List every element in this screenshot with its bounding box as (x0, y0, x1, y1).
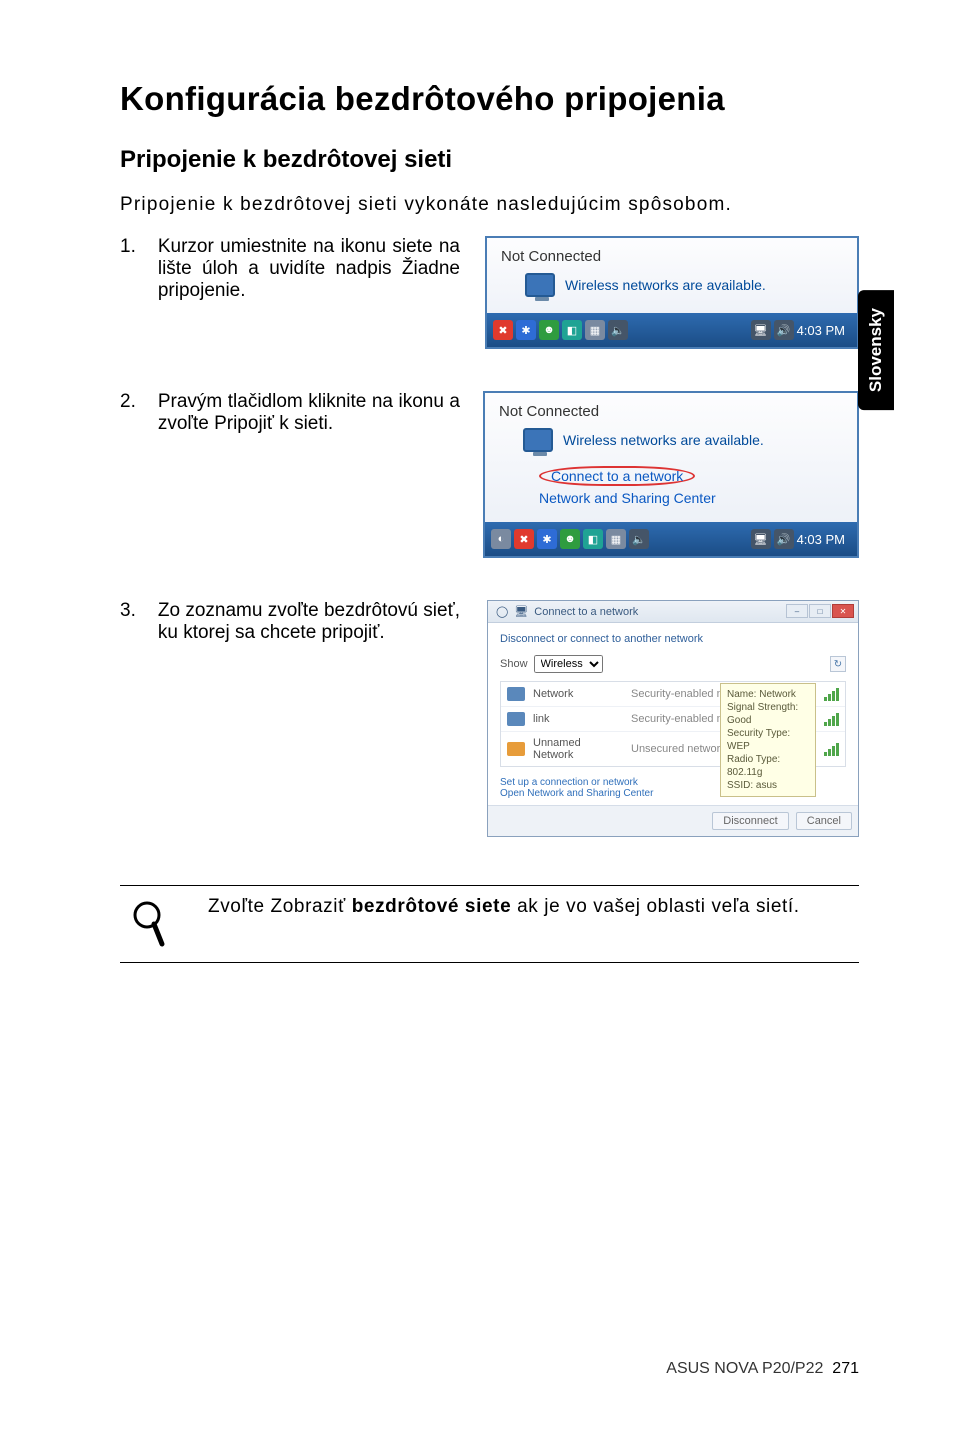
page-heading: Konfigurácia bezdrôtového pripojenia (120, 80, 859, 118)
wifi-icon (507, 687, 525, 701)
step-number: 1. (120, 236, 136, 302)
tray-icon: ☻ (539, 320, 559, 340)
show-label: Show (500, 658, 528, 670)
monitor-icon (525, 273, 555, 297)
network-icon: 🖥 (751, 320, 771, 340)
wifi-icon (507, 712, 525, 726)
menu-item-sharing-center[interactable]: Network and Sharing Center (539, 490, 843, 506)
speaker-icon: 🔊 (774, 320, 794, 340)
step-body: Kurzor umiestnite na ikonu siete na lišt… (158, 236, 460, 302)
taskbar-clock: 4:03 PM (797, 323, 851, 338)
tray-icon: ✖ (493, 320, 513, 340)
dialog-title-icon: 🖥 (514, 605, 528, 618)
maximize-button[interactable]: □ (809, 604, 831, 618)
dialog-subtitle: Disconnect or connect to another network (500, 633, 846, 645)
cancel-button[interactable]: Cancel (796, 812, 852, 830)
step-1: 1. Kurzor umiestnite na ikonu siete na l… (120, 236, 859, 349)
close-button[interactable]: ✕ (832, 604, 854, 618)
tray-icon: ▦ (606, 529, 626, 549)
screenshot-tooltip-not-connected: Not Connected Wireless networks are avai… (485, 236, 859, 349)
speaker-icon: 🔊 (774, 529, 794, 549)
tooltip-title: Not Connected (501, 248, 843, 265)
tray-icon: ▦ (585, 320, 605, 340)
step-number: 3. (120, 600, 136, 644)
taskbar: ✖ ✱ ☻ ◧ ▦ 🔈 🖥 🔊 4:03 PM (487, 313, 857, 347)
network-icon: 🖥 (751, 529, 771, 549)
bluetooth-icon: ✱ (537, 529, 557, 549)
volume-icon: 🔈 (629, 529, 649, 549)
step-body: Pravým tlačidlom kliknite na ikonu a zvo… (158, 391, 460, 435)
tray-icon: ☻ (560, 529, 580, 549)
step-3: 3. Zo zoznamu zvoľte bezdrôtovú sieť, ku… (120, 600, 859, 837)
footer-product: ASUS NOVA P20/P22 (666, 1360, 823, 1377)
tooltip-message: Wireless networks are available. (565, 277, 766, 293)
monitor-icon (523, 428, 553, 452)
tooltip-title: Not Connected (499, 403, 843, 420)
intro-paragraph: Pripojenie k bezdrôtovej sieti vykonáte … (120, 194, 859, 216)
dialog-footer: Disconnect Cancel (488, 805, 858, 836)
network-name: Unnamed Network (533, 737, 623, 761)
note-callout: Zvoľte Zobraziť bezdrôtové siete ak je v… (120, 885, 859, 963)
screenshot-context-menu: Not Connected Wireless networks are avai… (483, 391, 859, 558)
page-footer: ASUS NOVA P20/P22 271 (666, 1360, 859, 1378)
step-body: Zo zoznamu zvoľte bezdrôtovú sieť, ku kt… (158, 600, 460, 644)
tray-icon: ◧ (562, 320, 582, 340)
screenshot-connect-dialog: ◯ 🖥 Connect to a network – □ ✕ Disconnec… (487, 600, 859, 837)
bluetooth-icon: ✱ (516, 320, 536, 340)
dialog-title: Connect to a network (534, 606, 638, 618)
signal-bars-icon (824, 712, 839, 726)
volume-icon: 🔈 (608, 320, 628, 340)
network-name: link (533, 713, 623, 725)
wifi-icon (507, 742, 525, 756)
context-menu: Connect to a network Network and Sharing… (539, 466, 843, 506)
magnifier-icon (132, 900, 168, 952)
disconnect-button[interactable]: Disconnect (712, 812, 788, 830)
network-tooltip: Name: Network Signal Strength: Good Secu… (720, 683, 816, 797)
step-number: 2. (120, 391, 136, 435)
tray-icon: ◐ (491, 529, 511, 549)
network-name: Network (533, 688, 623, 700)
back-arrow-icon[interactable]: ◯ (496, 605, 508, 618)
taskbar-clock: 4:03 PM (797, 532, 851, 547)
minimize-button[interactable]: – (786, 604, 808, 618)
tray-icon: ✖ (514, 529, 534, 549)
signal-bars-icon (824, 687, 839, 701)
tray-icon: ◧ (583, 529, 603, 549)
dialog-titlebar: ◯ 🖥 Connect to a network – □ ✕ (488, 601, 858, 623)
note-text: Zvoľte Zobraziť bezdrôtové siete ak je v… (208, 896, 859, 918)
show-dropdown[interactable]: Wireless (534, 655, 603, 673)
taskbar: ◐ ✖ ✱ ☻ ◧ ▦ 🔈 🖥 🔊 4:03 PM (485, 522, 857, 556)
signal-bars-icon (824, 742, 839, 756)
footer-page-number: 271 (832, 1360, 859, 1377)
section-heading: Pripojenie k bezdrôtovej sieti (120, 146, 859, 174)
step-2: 2. Pravým tlačidlom kliknite na ikonu a … (120, 391, 859, 558)
menu-item-connect[interactable]: Connect to a network (539, 466, 843, 486)
side-tab: Slovensky (858, 290, 894, 410)
tooltip-message: Wireless networks are available. (563, 432, 764, 448)
refresh-button[interactable]: ↻ (830, 656, 846, 672)
